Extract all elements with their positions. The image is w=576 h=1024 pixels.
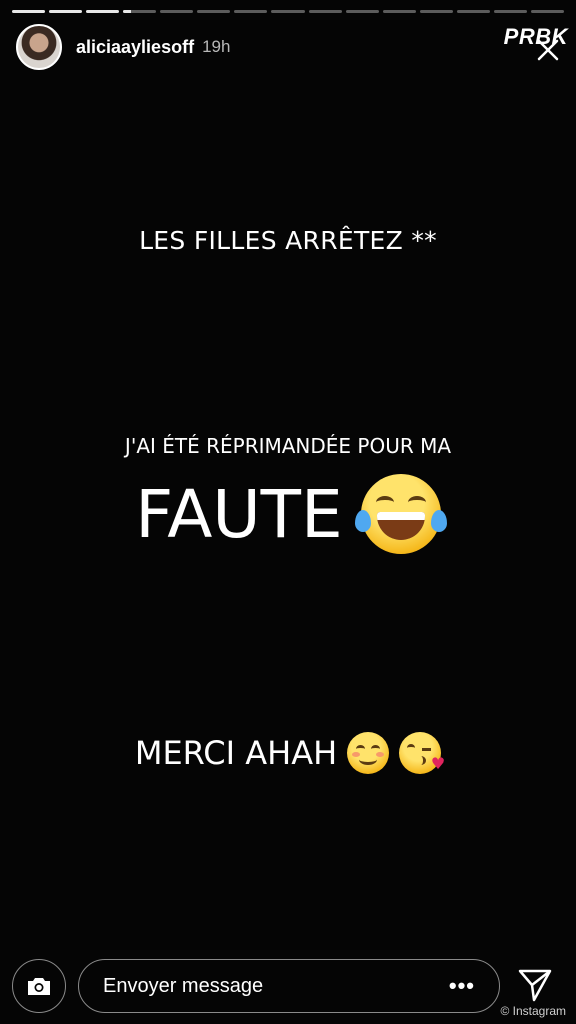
close-icon[interactable] <box>534 36 562 64</box>
progress-segment <box>530 10 564 13</box>
story-header: aliciaayliesoff 19h <box>16 24 230 70</box>
face-blowing-kiss-icon: ♥ <box>399 732 445 774</box>
story-text-faute: FAUTE <box>135 475 343 553</box>
instagram-credit: © Instagram <box>500 1004 566 1018</box>
story-timestamp: 19h <box>202 37 231 56</box>
story-text-line-1: LES FILLES ARRÊTEZ ** <box>139 226 437 255</box>
story-text-line-4: MERCI AHAH ♥ <box>0 732 576 774</box>
progress-segment <box>419 10 453 13</box>
story-text-merci: MERCI AHAH <box>134 734 338 772</box>
progress-segment <box>493 10 527 13</box>
smiling-face-icon <box>347 732 390 774</box>
more-options-icon[interactable]: ••• <box>449 973 475 999</box>
progress-segment <box>86 10 120 13</box>
avatar[interactable] <box>16 24 62 70</box>
camera-icon <box>28 978 50 995</box>
progress-segment <box>123 10 157 13</box>
story-text-line-2: J'AI ÉTÉ RÉPRIMANDÉE POUR MA <box>124 434 452 458</box>
progress-segment <box>345 10 379 13</box>
progress-segment <box>271 10 305 13</box>
message-placeholder: Envoyer message <box>103 974 264 997</box>
send-icon[interactable] <box>516 966 554 1004</box>
face-with-tears-of-joy-icon <box>354 474 447 554</box>
progress-segment <box>456 10 490 13</box>
progress-segment <box>382 10 416 13</box>
progress-segment <box>308 10 342 13</box>
progress-segment <box>197 10 231 13</box>
username[interactable]: aliciaayliesoff <box>76 37 194 58</box>
progress-segment <box>160 10 194 13</box>
story-progress-bar <box>12 10 564 13</box>
camera-button[interactable] <box>12 959 66 1013</box>
progress-segment <box>234 10 268 13</box>
progress-segment <box>49 10 83 13</box>
story-screen: aliciaayliesoff 19h PRBK LES FILLES ARRÊ… <box>0 0 576 1024</box>
progress-segment <box>12 10 46 13</box>
message-input[interactable]: Envoyer message ••• <box>78 959 500 1013</box>
story-text-line-3: FAUTE <box>0 474 576 554</box>
